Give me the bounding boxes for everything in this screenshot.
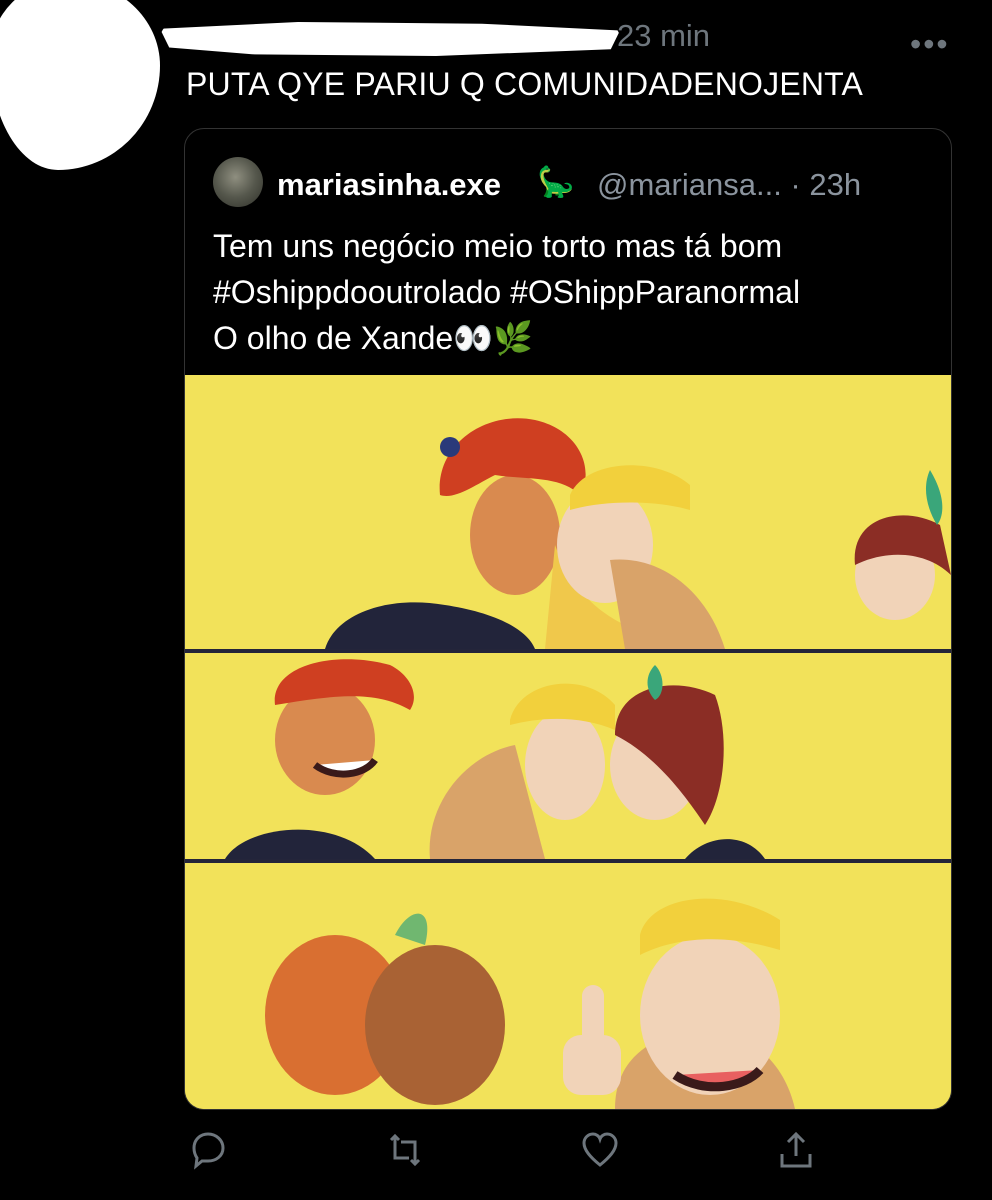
redacted-avatar <box>0 0 160 170</box>
quoted-text-line: O olho de Xande👀🌿 <box>213 320 533 356</box>
reply-icon[interactable] <box>186 1128 230 1172</box>
panel-divider <box>185 649 951 653</box>
tweet-text: PUTA QYE PARIU Q COMUNIDADENOJENTA <box>186 66 864 102</box>
comic-panels <box>185 375 951 1109</box>
quoted-text: Tem uns negócio meio torto mas tá bom #O… <box>213 223 800 361</box>
quoted-text-line: Tem uns negócio meio torto mas tá bom <box>213 228 783 264</box>
tweet-timestamp[interactable]: 23 min <box>617 18 710 54</box>
quoted-handle-time: @mariansa... · 23h <box>597 167 862 202</box>
quoted-text-line[interactable]: #Oshippdooutrolado #OShippParanormal <box>213 269 800 315</box>
tweet-actions <box>0 1128 992 1176</box>
comic-artwork-image[interactable] <box>185 375 951 1109</box>
redacted-username <box>160 22 620 56</box>
retweet-icon[interactable] <box>383 1128 427 1172</box>
like-icon[interactable] <box>578 1128 622 1172</box>
more-options-icon[interactable]: ••• <box>910 26 950 63</box>
share-icon[interactable] <box>774 1128 818 1172</box>
quoted-tweet[interactable]: mariasinha.exe 🦕 @mariansa... · 23h Tem … <box>184 128 952 1110</box>
panel-divider <box>185 859 951 863</box>
quoted-avatar[interactable] <box>213 157 263 207</box>
dinosaur-emoji: 🦕 <box>537 166 575 199</box>
quoted-display-name[interactable]: mariasinha.exe <box>277 167 501 203</box>
